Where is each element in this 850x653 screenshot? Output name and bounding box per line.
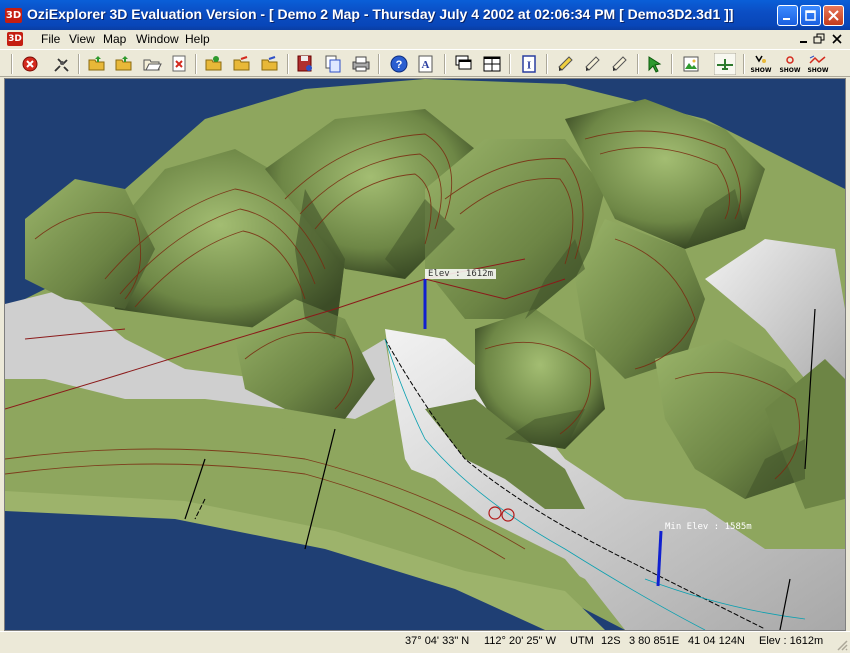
load-tracks-button[interactable] bbox=[231, 53, 253, 75]
status-easting: 3 80 851E bbox=[629, 635, 680, 647]
open-folder-icon bbox=[233, 56, 250, 71]
open-3d-button[interactable] bbox=[113, 53, 135, 75]
show-points-label: SHOW bbox=[779, 67, 801, 74]
save-icon bbox=[297, 55, 312, 72]
toolbar-separator bbox=[195, 54, 197, 74]
show-waypoints-label: SHOW bbox=[750, 67, 772, 74]
open-folder-icon bbox=[88, 56, 105, 71]
info-button[interactable]: I bbox=[518, 53, 540, 75]
max-elevation-label: Elev : 1612m bbox=[425, 269, 497, 279]
draw-icon bbox=[558, 56, 573, 71]
close-doc-button[interactable] bbox=[168, 53, 190, 75]
load-waypoints-button[interactable] bbox=[203, 53, 225, 75]
map-3d-view[interactable]: Elev : 1612m Min Elev : 1585m bbox=[4, 78, 846, 631]
menu-bar: 3D File View Map Window Help bbox=[0, 30, 850, 50]
toolbar-separator bbox=[743, 54, 745, 74]
menu-help[interactable]: Help bbox=[185, 32, 210, 46]
save-button[interactable] bbox=[294, 53, 316, 75]
print-icon bbox=[352, 56, 370, 72]
toolbar-separator bbox=[378, 54, 380, 74]
open-folder-icon bbox=[143, 59, 162, 71]
image-icon bbox=[683, 56, 699, 72]
arrow-icon bbox=[648, 56, 662, 73]
draw-route-button[interactable] bbox=[609, 53, 631, 75]
menu-file[interactable]: File bbox=[41, 32, 60, 46]
toolbar-separator bbox=[444, 54, 446, 74]
open-folder-icon bbox=[205, 56, 222, 71]
image-button[interactable] bbox=[680, 53, 702, 75]
close-doc-icon bbox=[172, 55, 186, 72]
svg-text:I: I bbox=[527, 60, 531, 72]
mdi-minimize-icon[interactable] bbox=[796, 32, 811, 46]
help-icon: ? bbox=[390, 55, 408, 73]
minimize-button[interactable] bbox=[777, 5, 798, 26]
toolbar-separator bbox=[671, 54, 673, 74]
open-folder-icon bbox=[115, 56, 132, 71]
show-tracks-label: SHOW bbox=[807, 67, 829, 74]
toolbar: ? A I SHOW SHOW SHOW bbox=[0, 49, 850, 77]
status-longitude: 112° 20' 25" W bbox=[484, 635, 556, 647]
tile-icon bbox=[455, 55, 472, 70]
pointer-button[interactable] bbox=[643, 53, 665, 75]
minimize-icon bbox=[783, 18, 790, 20]
toolbar-separator bbox=[546, 54, 548, 74]
copy-icon bbox=[325, 55, 341, 73]
document-icon[interactable]: 3D bbox=[7, 32, 23, 46]
mdi-close-icon[interactable] bbox=[830, 32, 845, 46]
toolbar-separator bbox=[78, 54, 80, 74]
text-icon: A bbox=[418, 55, 433, 73]
help-button[interactable]: ? bbox=[388, 53, 410, 75]
status-northing: 41 04 124N bbox=[688, 635, 745, 647]
show-tracks-button[interactable]: SHOW bbox=[807, 53, 829, 75]
draw-icon bbox=[585, 56, 600, 71]
load-routes-button[interactable] bbox=[259, 53, 281, 75]
open-folder-icon bbox=[261, 56, 278, 71]
grid-icon bbox=[483, 56, 501, 72]
draw-track-button[interactable] bbox=[582, 53, 604, 75]
exit-icon bbox=[22, 56, 38, 72]
status-utm-label: UTM bbox=[570, 635, 594, 647]
resize-grip-icon[interactable] bbox=[836, 639, 848, 651]
min-elevation-label: Min Elev : 1585m bbox=[665, 522, 752, 532]
maximize-icon bbox=[805, 10, 816, 21]
satellite-icon bbox=[54, 58, 69, 72]
plane-icon bbox=[714, 53, 736, 75]
info-icon: I bbox=[522, 55, 536, 73]
svg-text:?: ? bbox=[396, 59, 403, 71]
show-waypoints-button[interactable]: SHOW bbox=[750, 53, 772, 75]
status-latitude: 37° 04' 33" N bbox=[405, 635, 470, 647]
open-map-button[interactable] bbox=[86, 53, 108, 75]
close-button[interactable] bbox=[823, 5, 844, 26]
toolbar-separator bbox=[287, 54, 289, 74]
copy-button[interactable] bbox=[322, 53, 344, 75]
open-folder-button[interactable] bbox=[141, 53, 163, 75]
status-bar: 37° 04' 33" N 112° 20' 25" W UTM 12S 3 8… bbox=[0, 631, 850, 653]
title-bar[interactable]: 3D OziExplorer 3D Evaluation Version - [… bbox=[0, 0, 850, 30]
show-points-button[interactable]: SHOW bbox=[779, 53, 801, 75]
terrain-render[interactable] bbox=[5, 79, 845, 630]
draw-icon bbox=[612, 56, 627, 71]
maximize-button[interactable] bbox=[800, 5, 821, 26]
toolbar-separator bbox=[509, 54, 511, 74]
exit-button[interactable] bbox=[19, 53, 41, 75]
svg-text:A: A bbox=[422, 59, 430, 71]
app-icon[interactable]: 3D bbox=[5, 8, 22, 23]
cascade-button[interactable] bbox=[453, 53, 475, 75]
close-icon bbox=[828, 10, 839, 21]
menu-window[interactable]: Window bbox=[136, 32, 179, 46]
menu-map[interactable]: Map bbox=[103, 32, 126, 46]
menu-view[interactable]: View bbox=[69, 32, 95, 46]
mdi-restore-icon[interactable] bbox=[812, 32, 827, 46]
text-button[interactable]: A bbox=[415, 53, 437, 75]
print-button[interactable] bbox=[350, 53, 372, 75]
tile-button[interactable] bbox=[481, 53, 503, 75]
status-elevation: Elev : 1612m bbox=[759, 635, 824, 647]
satellite-button[interactable] bbox=[51, 53, 73, 75]
toolbar-separator bbox=[637, 54, 639, 74]
window-title: OziExplorer 3D Evaluation Version - [ De… bbox=[27, 6, 734, 22]
plane-button[interactable] bbox=[714, 53, 736, 75]
draw-waypoint-button[interactable] bbox=[555, 53, 577, 75]
status-utm-zone: 12S bbox=[601, 635, 621, 647]
toolbar-separator bbox=[11, 54, 13, 74]
